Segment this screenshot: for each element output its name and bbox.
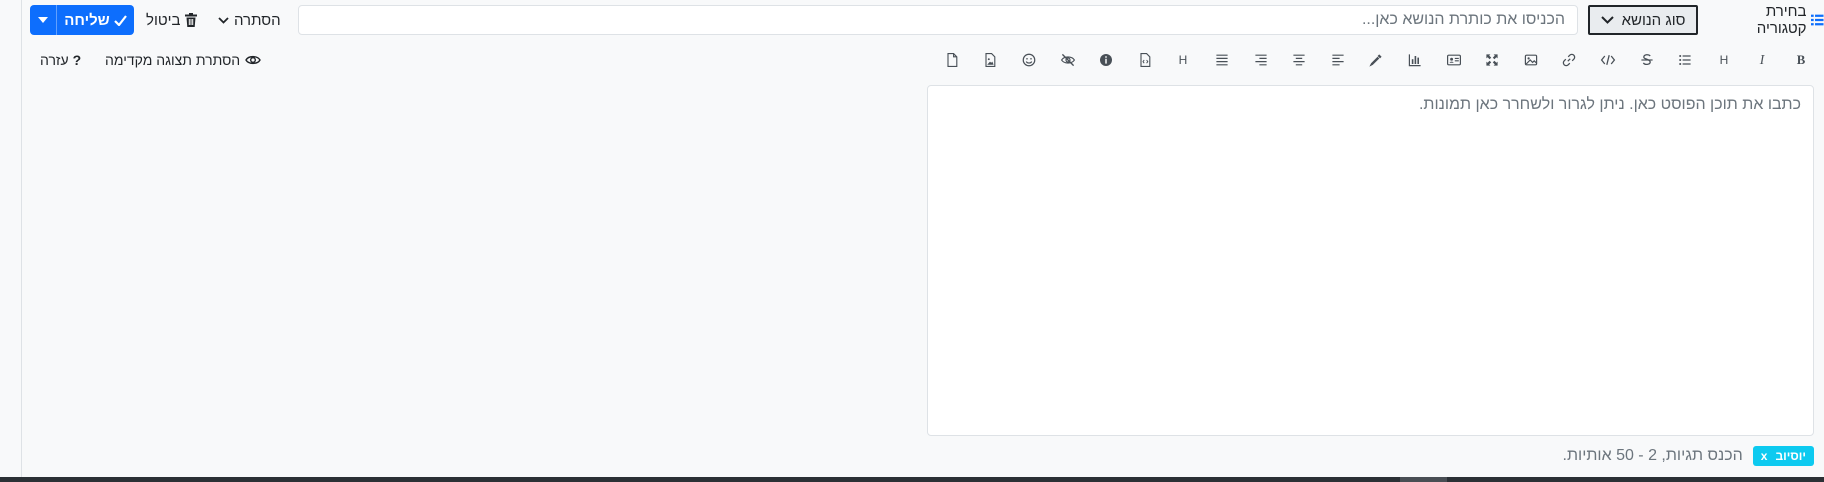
svg-text:H: H xyxy=(1720,53,1729,67)
tags-area: יוסיוב x xyxy=(1520,445,1814,467)
id-card-button[interactable] xyxy=(1444,50,1464,70)
file-code-icon xyxy=(1140,53,1151,67)
tag-badge: יוסיוב x xyxy=(1752,446,1814,466)
italic-button[interactable]: I xyxy=(1752,50,1772,70)
file-icon xyxy=(947,53,958,67)
bulleted-list-button[interactable] xyxy=(1675,50,1695,70)
align-justify-icon xyxy=(1216,54,1228,66)
eye-icon xyxy=(245,55,261,65)
file-image-icon xyxy=(985,53,996,67)
send-button[interactable]: שליחה xyxy=(57,12,134,29)
help-label: עזרה xyxy=(40,52,69,68)
bulleted-list-icon xyxy=(1679,54,1691,66)
hidden-icon xyxy=(1060,53,1076,67)
file-image-button[interactable] xyxy=(980,50,1000,70)
topic-type-label: סוג הנושא xyxy=(1621,11,1686,29)
heading-alt-button[interactable]: H xyxy=(1173,50,1193,70)
align-center-button[interactable] xyxy=(1289,50,1309,70)
italic-icon: I xyxy=(1759,52,1766,67)
code-icon xyxy=(1600,55,1616,65)
list-icon xyxy=(1811,14,1824,26)
bottom-bar-segment xyxy=(1400,477,1447,482)
align-left-button[interactable] xyxy=(1328,50,1348,70)
chart-icon xyxy=(1408,54,1421,67)
strikethrough-button[interactable] xyxy=(1637,50,1657,70)
emoji-button[interactable] xyxy=(1019,50,1039,70)
topic-type-dropdown[interactable]: סוג הנושא xyxy=(1588,5,1698,35)
link-icon xyxy=(1562,53,1576,67)
strikethrough-icon xyxy=(1641,54,1653,65)
category-chooser[interactable]: בחירת קטגוריה xyxy=(1722,3,1824,37)
topic-title-input[interactable] xyxy=(298,5,1578,35)
info-icon xyxy=(1100,54,1112,66)
align-center-icon xyxy=(1293,54,1305,66)
code-button[interactable] xyxy=(1598,50,1618,70)
formatting-toolbar: ? עזרה הסתרת תצוגה מקדימה B I H H xyxy=(0,44,1824,76)
eyedropper-button[interactable] xyxy=(1366,50,1386,70)
link-button[interactable] xyxy=(1559,50,1579,70)
send-button-group[interactable]: שליחה xyxy=(30,5,134,35)
chart-button[interactable] xyxy=(1405,50,1425,70)
hide-button[interactable]: הסתרה xyxy=(218,5,281,35)
send-options-button[interactable] xyxy=(30,5,57,35)
tags-input[interactable] xyxy=(1520,446,1745,466)
emoji-icon xyxy=(1022,53,1036,67)
bottom-bar xyxy=(0,477,1824,482)
bold-icon: B xyxy=(1797,53,1806,67)
hide-label: הסתרה xyxy=(234,11,281,29)
svg-text:B: B xyxy=(1797,53,1806,67)
help-button[interactable]: ? עזרה xyxy=(40,52,81,68)
fullscreen-button[interactable] xyxy=(1482,50,1502,70)
category-label: בחירת קטגוריה xyxy=(1756,3,1807,37)
info-button[interactable] xyxy=(1096,50,1116,70)
preview-label: הסתרת תצוגה מקדימה xyxy=(105,52,241,68)
align-right-button[interactable] xyxy=(1251,50,1271,70)
cancel-label: ביטול xyxy=(146,11,181,29)
toggle-preview-button[interactable]: הסתרת תצוגה מקדימה xyxy=(105,52,261,68)
align-right-icon xyxy=(1255,54,1267,66)
composer-header: שליחה ביטול הסתרה סוג הנושא בחירת קטגורי… xyxy=(30,3,1824,37)
id-card-icon xyxy=(1447,54,1461,66)
align-justify-button[interactable] xyxy=(1212,50,1232,70)
file-code-button[interactable] xyxy=(1135,50,1155,70)
tag-remove-button[interactable]: x xyxy=(1761,449,1768,463)
tag-label: יוסיוב xyxy=(1775,449,1806,463)
heading-button[interactable]: H xyxy=(1714,50,1734,70)
chevron-down-icon xyxy=(218,16,229,24)
trash-icon xyxy=(184,13,197,27)
image-icon xyxy=(1524,54,1538,66)
chevron-down-icon xyxy=(1600,16,1614,24)
cancel-button[interactable]: ביטול xyxy=(146,5,197,35)
post-editor[interactable] xyxy=(927,85,1814,436)
file-button[interactable] xyxy=(942,50,962,70)
heading-alt-icon: H xyxy=(1179,53,1188,67)
question-icon: ? xyxy=(72,52,82,68)
caret-down-icon xyxy=(38,17,48,23)
align-left-icon xyxy=(1332,54,1344,66)
send-label: שליחה xyxy=(64,11,110,29)
bold-button[interactable]: B xyxy=(1791,50,1811,70)
image-button[interactable] xyxy=(1521,50,1541,70)
eyedropper-icon xyxy=(1369,54,1382,67)
svg-text:I: I xyxy=(1759,52,1766,67)
fullscreen-icon xyxy=(1486,54,1498,66)
heading-icon: H xyxy=(1720,53,1729,67)
svg-text:H: H xyxy=(1179,53,1188,67)
check-icon xyxy=(113,14,127,26)
hidden-button[interactable] xyxy=(1058,50,1078,70)
